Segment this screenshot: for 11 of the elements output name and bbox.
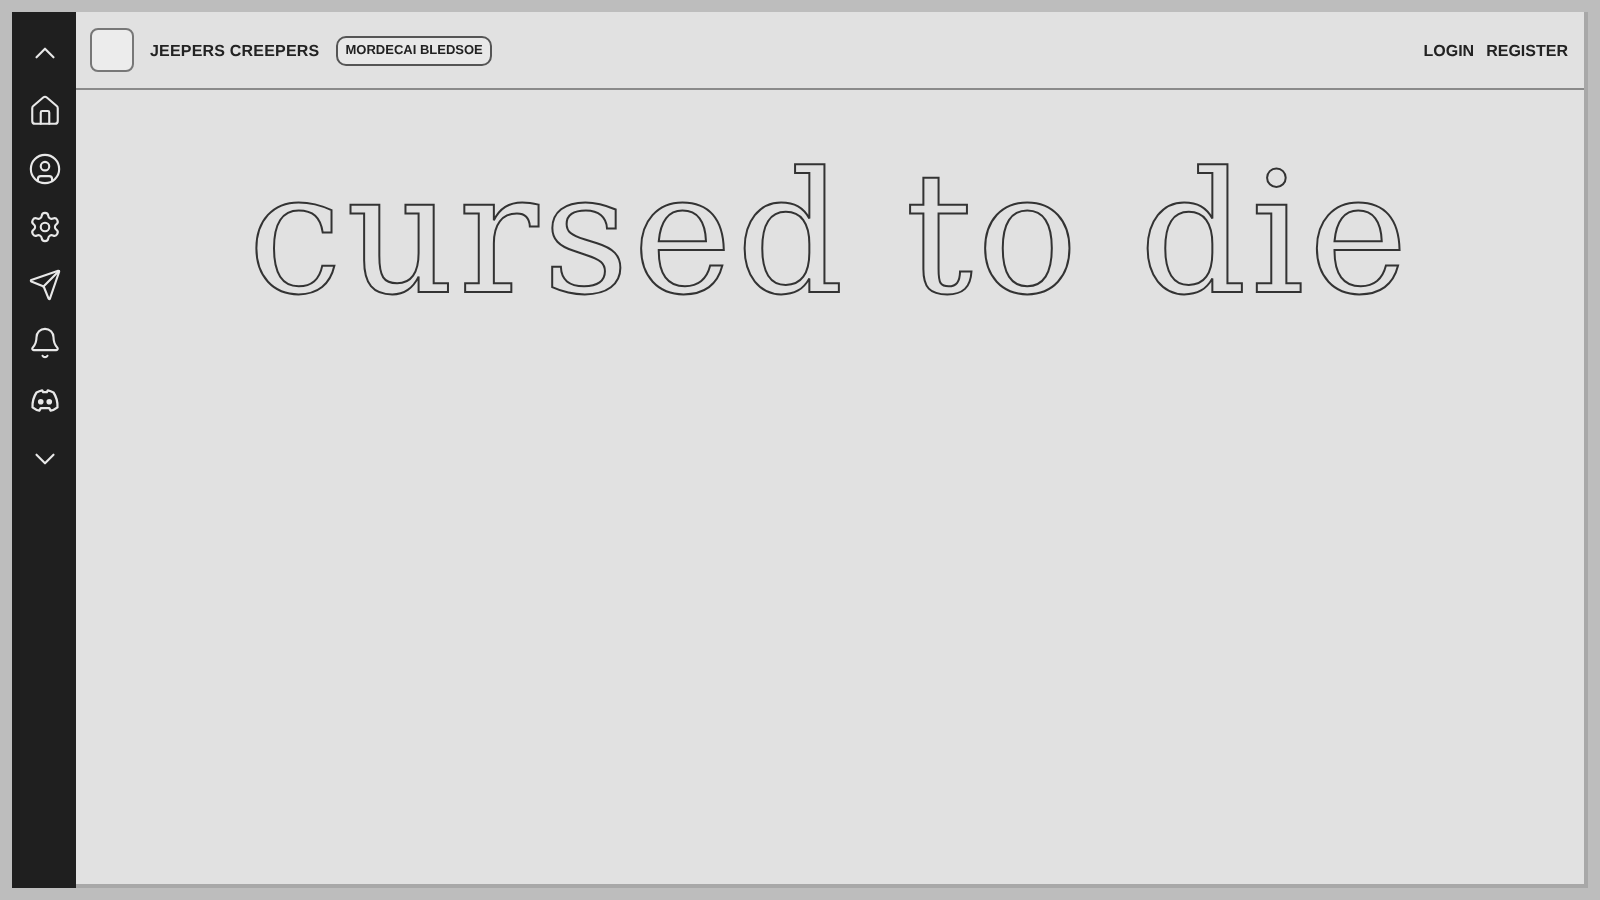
settings-icon[interactable]	[27, 210, 61, 244]
nav-link[interactable]: LOGIN	[1423, 41, 1475, 59]
user-icon[interactable]	[27, 152, 61, 186]
send-icon[interactable]	[27, 268, 61, 302]
site-title[interactable]: JEEPERS CREEPERS	[150, 41, 320, 59]
home-icon[interactable]	[27, 94, 61, 128]
image-placeholder	[90, 28, 134, 72]
nav-link[interactable]: REGISTER	[1486, 41, 1568, 59]
outline-headline: cursed to die	[246, 150, 1414, 318]
bell-icon[interactable]	[27, 326, 61, 360]
game-face-icon[interactable]	[27, 384, 61, 418]
